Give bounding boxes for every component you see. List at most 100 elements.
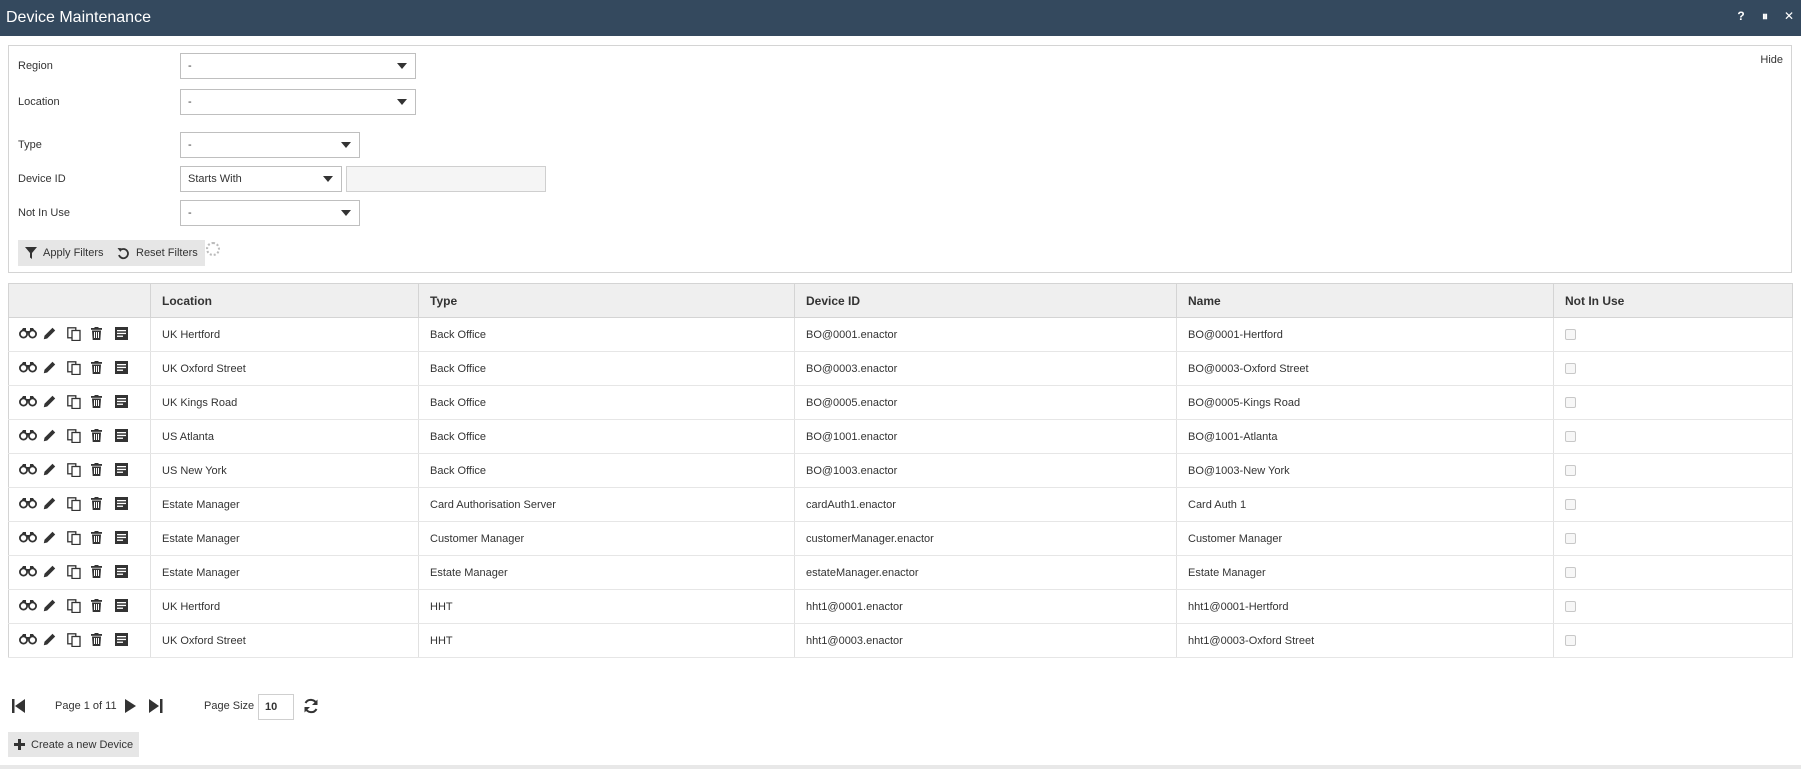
copy-icon[interactable] <box>67 632 87 649</box>
cell-location: Estate Manager <box>150 521 419 556</box>
details-icon[interactable] <box>115 394 135 411</box>
details-icon[interactable] <box>115 530 135 547</box>
cell-location: Estate Manager <box>150 555 419 590</box>
table-row[interactable]: UK Oxford Street HHT hht1@0003.enactor hht1… <box>8 623 1793 658</box>
device-id-input[interactable] <box>346 166 546 192</box>
not-in-use-checkbox[interactable] <box>1565 601 1576 613</box>
delete-icon[interactable] <box>91 530 111 547</box>
edit-icon[interactable] <box>43 361 63 377</box>
view-icon[interactable] <box>19 531 39 547</box>
edit-icon[interactable] <box>43 429 63 445</box>
delete-icon[interactable] <box>91 496 111 513</box>
cell-not-in-use <box>1553 419 1793 454</box>
copy-icon[interactable] <box>67 496 87 513</box>
column-header-device-id[interactable]: Device ID <box>794 283 1177 318</box>
delete-icon[interactable] <box>91 564 111 581</box>
edit-icon[interactable] <box>43 633 63 649</box>
edit-icon[interactable] <box>43 531 63 547</box>
not-in-use-checkbox[interactable] <box>1565 635 1576 647</box>
next-page-icon[interactable] <box>125 699 137 713</box>
copy-icon[interactable] <box>67 598 87 615</box>
view-icon[interactable] <box>19 497 39 513</box>
copy-icon[interactable] <box>67 326 87 343</box>
table-row[interactable]: UK Hertford HHT hht1@0001.enactor hht1@0001… <box>8 589 1793 624</box>
view-icon[interactable] <box>19 429 39 445</box>
cell-device-id: hht1@0003.enactor <box>794 623 1177 658</box>
edit-icon[interactable] <box>43 327 63 343</box>
details-icon[interactable] <box>115 598 135 615</box>
edit-icon[interactable] <box>43 463 63 479</box>
table-row[interactable]: Estate Manager Customer Manager customerMa… <box>8 521 1793 556</box>
edit-icon[interactable] <box>43 565 63 581</box>
copy-icon[interactable] <box>67 462 87 479</box>
view-icon[interactable] <box>19 327 39 343</box>
pause-button[interactable]: ⏸ <box>1759 9 1771 24</box>
edit-icon[interactable] <box>43 599 63 615</box>
table-row[interactable]: US Atlanta Back Office BO@1001.enactor BO@1… <box>8 419 1793 454</box>
details-icon[interactable] <box>115 326 135 343</box>
copy-icon[interactable] <box>67 530 87 547</box>
not-in-use-checkbox[interactable] <box>1565 465 1576 477</box>
details-icon[interactable] <box>115 360 135 377</box>
delete-icon[interactable] <box>91 598 111 615</box>
location-select[interactable]: - <box>180 89 416 115</box>
view-icon[interactable] <box>19 463 39 479</box>
last-page-icon[interactable] <box>149 699 163 713</box>
column-header-type[interactable]: Type <box>418 283 795 318</box>
not-in-use-select[interactable]: - <box>180 200 360 226</box>
close-button[interactable]: ✕ <box>1783 9 1795 24</box>
column-header-not-in-use[interactable]: Not In Use <box>1553 283 1793 318</box>
region-select[interactable]: - <box>180 53 416 79</box>
copy-icon[interactable] <box>67 394 87 411</box>
copy-icon[interactable] <box>67 564 87 581</box>
type-select[interactable]: - <box>180 132 360 158</box>
not-in-use-checkbox[interactable] <box>1565 329 1576 341</box>
table-body: UK Hertford Back Office BO@0001.enactor BO@… <box>8 317 1793 658</box>
view-icon[interactable] <box>19 361 39 377</box>
not-in-use-checkbox[interactable] <box>1565 499 1576 511</box>
details-icon[interactable] <box>115 564 135 581</box>
delete-icon[interactable] <box>91 360 111 377</box>
not-in-use-checkbox[interactable] <box>1565 567 1576 579</box>
delete-icon[interactable] <box>91 632 111 649</box>
table-row[interactable]: UK Hertford Back Office BO@0001.enactor BO@… <box>8 317 1793 352</box>
details-icon[interactable] <box>115 428 135 445</box>
details-icon[interactable] <box>115 496 135 513</box>
copy-icon[interactable] <box>67 428 87 445</box>
delete-icon[interactable] <box>91 462 111 479</box>
view-icon[interactable] <box>19 565 39 581</box>
not-in-use-checkbox[interactable] <box>1565 363 1576 375</box>
page-indicator: Page 1 of 11 <box>55 700 117 712</box>
edit-icon[interactable] <box>43 395 63 411</box>
delete-icon[interactable] <box>91 394 111 411</box>
view-icon[interactable] <box>19 395 39 411</box>
not-in-use-checkbox[interactable] <box>1565 431 1576 443</box>
cell-location: Estate Manager <box>150 487 419 522</box>
view-icon[interactable] <box>19 633 39 649</box>
hide-filters-link[interactable]: Hide <box>1760 54 1783 66</box>
table-row[interactable]: UK Oxford Street Back Office BO@0003.enact… <box>8 351 1793 386</box>
delete-icon[interactable] <box>91 326 111 343</box>
copy-icon[interactable] <box>67 360 87 377</box>
table-row[interactable]: Estate Manager Estate Manager estateManage… <box>8 555 1793 590</box>
refresh-icon[interactable] <box>303 698 319 714</box>
first-page-icon[interactable] <box>12 699 26 713</box>
device-id-operator-select[interactable]: Starts With <box>180 166 342 192</box>
apply-filters-button[interactable]: Apply Filters <box>18 240 111 266</box>
not-in-use-checkbox[interactable] <box>1565 397 1576 409</box>
column-header-name[interactable]: Name <box>1176 283 1554 318</box>
details-icon[interactable] <box>115 462 135 479</box>
table-row[interactable]: US New York Back Office BO@1003.enactor BO@… <box>8 453 1793 488</box>
view-icon[interactable] <box>19 599 39 615</box>
page-size-input[interactable]: 10 <box>258 694 294 720</box>
help-button[interactable]: ? <box>1735 9 1747 24</box>
details-icon[interactable] <box>115 632 135 649</box>
table-row[interactable]: Estate Manager Card Authorisation Server c… <box>8 487 1793 522</box>
create-device-button[interactable]: Create a new Device <box>8 732 140 757</box>
reset-filters-button[interactable]: Reset Filters <box>110 240 205 266</box>
delete-icon[interactable] <box>91 428 111 445</box>
edit-icon[interactable] <box>43 497 63 513</box>
table-row[interactable]: UK Kings Road Back Office BO@0005.enactor B… <box>8 385 1793 420</box>
not-in-use-checkbox[interactable] <box>1565 533 1576 545</box>
column-header-location[interactable]: Location <box>150 283 419 318</box>
